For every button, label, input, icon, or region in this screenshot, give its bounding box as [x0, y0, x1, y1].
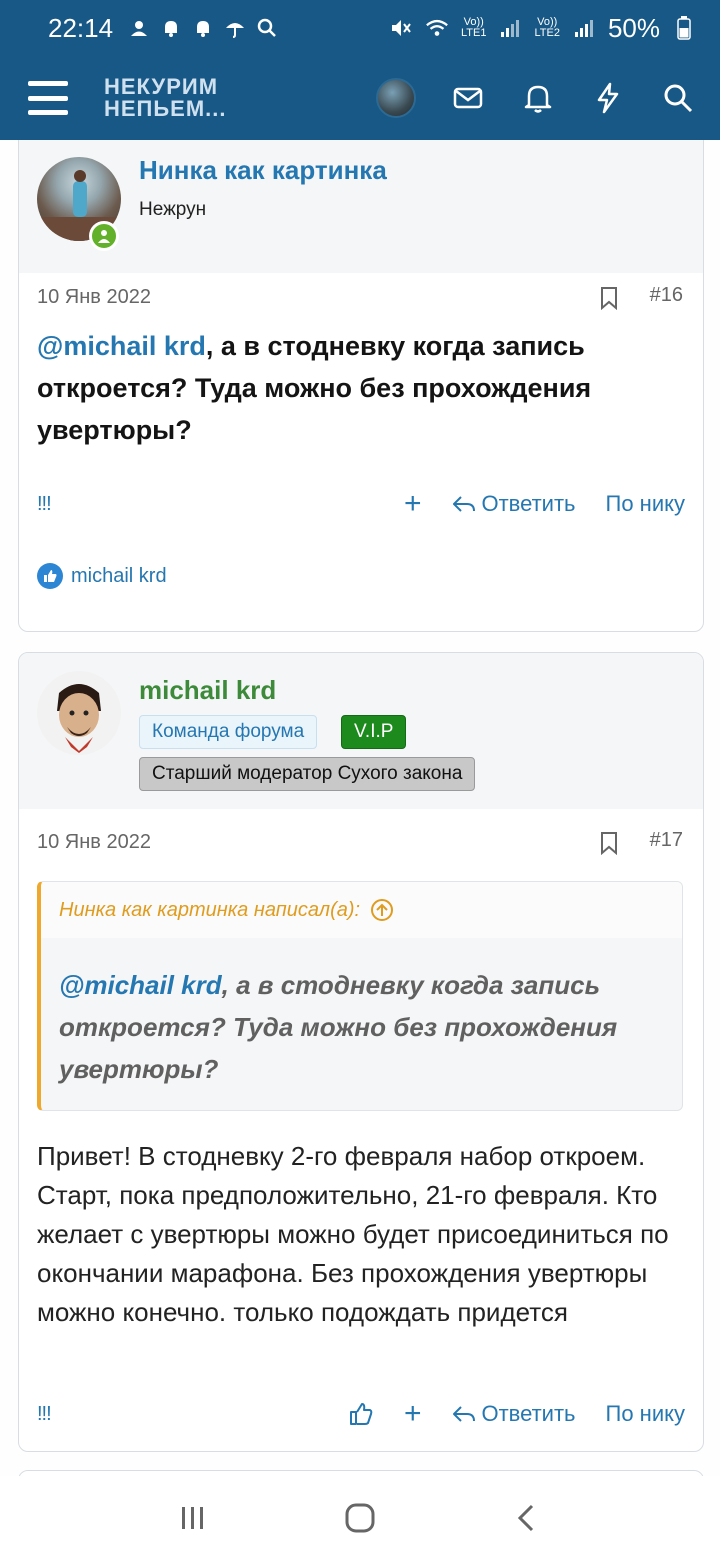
reply-button[interactable]: Ответить	[451, 1401, 576, 1427]
reaction-user[interactable]: michail krd	[71, 565, 167, 588]
report-link[interactable]: !!!	[37, 1403, 52, 1426]
like-icon[interactable]	[348, 1401, 374, 1427]
account-avatar[interactable]	[376, 78, 416, 118]
reply-button[interactable]: Ответить	[451, 491, 576, 517]
go-to-quote-icon[interactable]	[370, 898, 394, 922]
reply-icon	[453, 496, 476, 512]
quote-mention[interactable]: @michail krd	[59, 970, 222, 1000]
wifi-icon	[425, 16, 449, 40]
thread-content: Нинка как картинка Нежрун 10 Янв 2022 #1…	[0, 140, 720, 1476]
home-icon[interactable]	[344, 1502, 376, 1534]
quote-block: Нинка как картинка написал(а): @michail …	[37, 881, 683, 1111]
bookmark-icon[interactable]	[599, 831, 619, 855]
post-user-block: Нинка как картинка Нежрун	[19, 140, 703, 273]
role-badge: Старший модератор Сухого закона	[139, 757, 476, 791]
by-nick-button[interactable]: По нику	[606, 491, 685, 517]
system-nav-bar	[0, 1476, 720, 1560]
like-reaction-icon	[37, 563, 63, 589]
post-message: @michail krd, а в стодневку когда запись…	[37, 331, 592, 445]
umbrella-icon	[223, 16, 247, 40]
report-link[interactable]: !!!	[37, 493, 52, 516]
notification-app-icon	[127, 16, 151, 40]
search-status-icon	[255, 16, 279, 40]
post-number[interactable]: #16	[650, 284, 683, 307]
vip-badge: V.I.P	[341, 715, 407, 749]
post-16: Нинка как картинка Нежрун 10 Янв 2022 #1…	[18, 140, 704, 632]
back-icon[interactable]	[512, 1503, 542, 1533]
signal-1-icon	[498, 16, 522, 40]
post-message: Привет! В стодневку 2-го февраля набор о…	[37, 1141, 669, 1327]
menu-icon[interactable]	[28, 81, 68, 115]
app-header: 22:14 Vo)) LTE1 Vo)) LTE2 50% НЕКУРИМ НЕ…	[0, 0, 720, 140]
user-mention[interactable]: @michail krd	[37, 331, 206, 361]
add-multiquote-icon[interactable]: +	[404, 1399, 422, 1429]
post-date[interactable]: 10 Янв 2022	[37, 286, 151, 309]
battery-percent: 50%	[607, 12, 660, 43]
post-number[interactable]: #17	[650, 829, 683, 852]
signal-2-icon	[572, 16, 596, 40]
sim2-label: Vo)) LTE2	[534, 16, 560, 39]
nav-bar: НЕКУРИМ НЕПЬЕМ...	[0, 56, 720, 140]
post-user-block: michail krd Команда форума V.I.P Старший…	[19, 653, 703, 809]
quote-text: @michail krd, а в стодневку когда запись…	[59, 970, 618, 1084]
bell-notification-icon	[159, 16, 183, 40]
post-author[interactable]: Нинка как картинка	[139, 155, 387, 186]
battery-icon	[672, 16, 696, 40]
bookmark-icon[interactable]	[599, 286, 619, 310]
quote-author: Нинка как картинка написал(а):	[59, 898, 361, 921]
post-date[interactable]: 10 Янв 2022	[37, 831, 151, 854]
user-avatar[interactable]	[37, 671, 121, 755]
status-time: 22:14	[48, 12, 114, 43]
recent-apps-icon[interactable]	[178, 1503, 208, 1533]
online-status-icon	[89, 221, 119, 251]
user-title: Нежрун	[139, 199, 207, 220]
alerts-bell-icon[interactable]	[520, 80, 556, 116]
reaction-bar[interactable]: michail krd	[37, 563, 167, 589]
by-nick-button[interactable]: По нику	[606, 1401, 685, 1427]
lightning-icon[interactable]	[590, 80, 626, 116]
mute-icon	[389, 16, 413, 40]
add-multiquote-icon[interactable]: +	[404, 489, 422, 519]
sim1-label: Vo)) LTE1	[460, 16, 487, 39]
team-badge: Команда форума	[139, 715, 318, 749]
post-actions: !!! + Ответить По нику	[37, 1399, 685, 1429]
post-17: michail krd Команда форума V.I.P Старший…	[18, 652, 704, 1452]
quote-header[interactable]: Нинка как картинка написал(а):	[41, 882, 682, 938]
site-logo[interactable]: НЕКУРИМ НЕПЬЕМ...	[104, 76, 227, 120]
post-author[interactable]: michail krd	[139, 675, 276, 706]
search-icon[interactable]	[660, 80, 696, 116]
post-actions: !!! + Ответить По нику	[37, 489, 685, 519]
reply-icon	[453, 1406, 476, 1422]
status-bar: 22:14 Vo)) LTE1 Vo)) LTE2 50%	[0, 0, 720, 56]
bell-notification-icon-2	[191, 16, 215, 40]
inbox-icon[interactable]	[450, 80, 486, 116]
